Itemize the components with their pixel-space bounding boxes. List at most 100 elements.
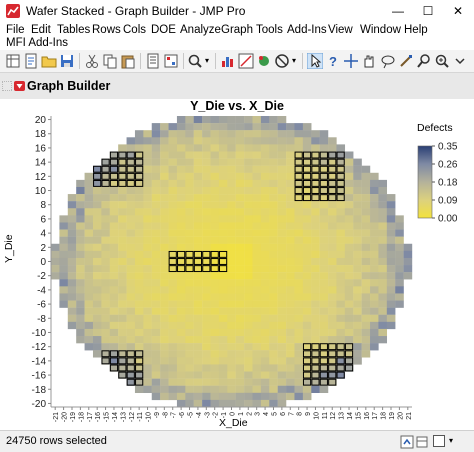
red-triangle-menu-icon[interactable] [14,81,25,91]
heatmap-cell [51,265,60,273]
heatmap-cell [160,385,169,394]
heatmap-cell [101,321,110,330]
crosshair-icon[interactable] [343,53,359,69]
graph-builder-outline: Graph Builder [0,73,474,100]
heatmap-cell [319,215,329,223]
heatmap-cell [218,116,228,124]
lasso-icon[interactable] [380,53,396,69]
save-icon[interactable] [59,53,75,69]
menu-window[interactable]: Window [360,24,401,36]
data-icon[interactable] [163,53,179,69]
distribution-icon[interactable] [220,53,236,69]
no-icon[interactable] [274,53,290,69]
help-icon[interactable]: ? [325,53,341,69]
window-icon[interactable] [433,435,445,447]
menu-tools[interactable]: Tools [256,24,283,36]
heatmap-cell [361,314,371,323]
menu-analyze[interactable]: Analyze [180,24,221,36]
heatmap-cell [260,151,270,159]
heatmap-cell [294,336,304,344]
heatmap-cell [143,243,152,252]
fit-icon[interactable] [238,53,254,69]
menu-edit[interactable]: Edit [31,24,51,36]
heatmap-cell [277,371,287,379]
new-script-icon[interactable] [23,53,39,69]
heatmap-cell [319,279,329,287]
graph-builder-icon[interactable] [256,53,272,69]
heatmap-cell [386,272,396,280]
menu-rows[interactable]: Rows [92,24,121,36]
paste-icon[interactable] [120,53,136,69]
heatmap-cell [76,307,85,315]
heatmap-cell [134,321,144,330]
maximize-button[interactable]: ☐ [413,0,443,22]
chevron-down-icon[interactable]: ▾ [292,56,296,65]
more-icon[interactable] [452,53,468,69]
chevron-down-icon[interactable]: ▾ [449,436,453,445]
close-button[interactable]: ✕ [443,0,473,22]
chevron-down-icon[interactable]: ▾ [205,56,209,65]
heatmap-cell [269,364,278,372]
brush-icon[interactable] [398,53,414,69]
heatmap-cell [378,229,388,237]
heatmap-cell [336,286,346,294]
wafer-heatmap-chart[interactable]: 20181614121086420-2-4-6-8-10-12-14-16-18… [0,112,474,430]
menu-tables[interactable]: Tables [57,24,90,36]
heatmap-cell [76,257,85,266]
heatmap-cell [143,229,152,237]
heatmap-cell [84,307,94,315]
heatmap-cell [134,144,144,152]
journal-icon[interactable] [145,53,161,69]
arrow-icon[interactable] [307,53,323,69]
heatmap-cell [76,186,85,195]
x-tick-label: 21 [406,412,413,420]
menu-add-ins[interactable]: Add-Ins [287,24,327,36]
table-icon[interactable] [416,435,428,449]
y-tick-label: 16 [35,143,47,154]
heatmap-cell [176,201,186,209]
menu-cols[interactable]: Cols [123,24,146,36]
heatmap-cell [260,286,270,294]
heatmap-cell [227,343,236,351]
heatmap-cell [235,165,245,173]
outline-disclosure-icon[interactable] [2,81,12,91]
heatmap-cell [235,123,245,131]
menu-help[interactable]: Help [404,24,428,36]
magnifier-icon[interactable] [416,53,432,69]
copy-icon[interactable] [102,53,118,69]
minimize-button[interactable]: — [383,0,413,22]
heatmap-cell [244,371,253,379]
heatmap-cell [151,158,161,166]
heatmap-cell [353,208,362,216]
heatmap-cell [210,236,220,244]
heatmap-cell [67,250,77,259]
arrow-up-icon[interactable] [400,435,414,449]
heatmap-cell [252,328,262,337]
menu-file[interactable]: File [6,24,25,36]
new-table-icon[interactable] [5,53,21,69]
heatmap-cell [260,336,270,344]
heatmap-cell [328,314,337,323]
menu-view[interactable]: View [328,24,353,36]
cut-icon[interactable] [84,53,100,69]
heatmap-cell [185,350,194,358]
heatmap-cell [143,201,152,209]
zoom-icon[interactable] [434,53,450,69]
search-icon[interactable] [187,53,203,69]
menu-mfi-add-ins[interactable]: MFI Add-Ins [6,37,68,49]
menu-graph[interactable]: Graph [221,24,253,36]
heatmap-cell [277,321,287,330]
menu-doe[interactable]: DOE [151,24,176,36]
grabber-icon[interactable] [361,53,377,69]
heatmap-cell [370,336,379,344]
legend-tick-label: 0.09 [438,196,458,207]
heatmap-cell [210,186,220,195]
heatmap-cell [210,194,220,202]
heatmap-cell [67,272,77,280]
heatmap-cell [210,279,220,287]
heatmap-cell [260,222,270,230]
open-icon[interactable] [41,53,57,69]
heatmap-cell [328,272,337,280]
x-tick-label: 2 [246,412,253,416]
heatmap-cell [311,222,320,230]
